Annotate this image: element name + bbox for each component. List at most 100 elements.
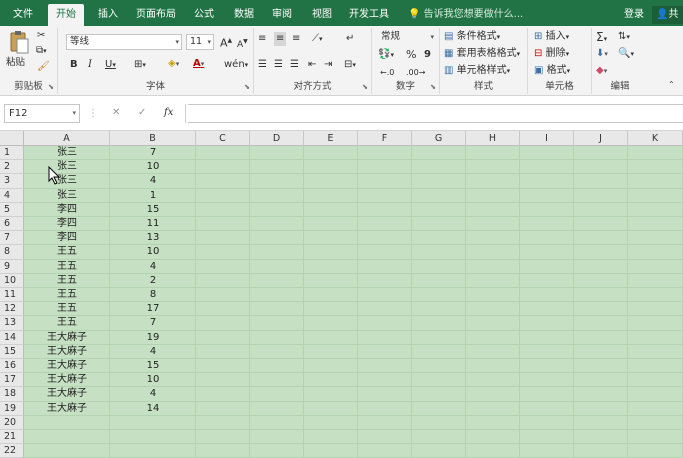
tab-page-layout[interactable]: 页面布局	[132, 4, 180, 26]
tell-me-box[interactable]: 💡 告诉我您想要做什么...	[408, 4, 523, 26]
align-top-icon[interactable]: ≡	[258, 32, 266, 46]
cell-name[interactable]: 张三	[24, 146, 110, 160]
cell-value[interactable]: 10	[110, 373, 196, 387]
row-header[interactable]: 20	[0, 415, 24, 430]
row-header[interactable]: 7	[0, 231, 24, 246]
column-header-j[interactable]: J	[574, 131, 628, 146]
row-header[interactable]: 5	[0, 202, 24, 217]
formula-input[interactable]	[188, 104, 683, 123]
cell-value[interactable]: 1	[110, 189, 196, 203]
borders-icon[interactable]: ⊞▾	[134, 58, 146, 72]
worksheet-grid[interactable]: A B C D E F G H I J K 1 2 3 4 5 6 7 8 9 10 11 12 13 14 15 16 17 18 19…	[0, 131, 683, 458]
dialog-launcher-icon[interactable]: ⬊	[244, 83, 250, 91]
copy-icon[interactable]: ⧉▾	[36, 44, 47, 58]
tab-review[interactable]: 审阅	[264, 4, 300, 26]
cell-name[interactable]: 王大麻子	[24, 402, 110, 416]
name-box[interactable]: F12 ▾	[4, 104, 80, 123]
cell-name[interactable]: 王五	[24, 288, 110, 302]
cell-value[interactable]: 19	[110, 331, 196, 345]
row-header[interactable]: 1	[0, 146, 24, 161]
row-header[interactable]: 15	[0, 344, 24, 359]
cell-value[interactable]: 4	[110, 260, 196, 274]
cell-value[interactable]: 7	[110, 146, 196, 160]
row-header[interactable]: 18	[0, 387, 24, 402]
select-all-corner[interactable]	[0, 131, 24, 146]
comma-icon[interactable]: 9	[424, 48, 431, 62]
cell-name[interactable]: 张三	[24, 160, 110, 174]
sort-filter-icon[interactable]: ⇅▾	[618, 30, 630, 44]
cell-name[interactable]: 李四	[24, 217, 110, 231]
cell-name[interactable]: 王大麻子	[24, 387, 110, 401]
cell-name[interactable]: 张三	[24, 189, 110, 203]
row-header[interactable]: 3	[0, 174, 24, 189]
collapse-ribbon-icon[interactable]: ⌃	[668, 78, 675, 92]
dialog-launcher-icon[interactable]: ⬊	[430, 83, 436, 91]
decrease-indent-icon[interactable]: ⇤	[308, 58, 316, 72]
align-bottom-icon[interactable]: ≡	[292, 32, 300, 46]
row-header[interactable]: 17	[0, 373, 24, 388]
cell-value[interactable]: 4	[110, 387, 196, 401]
fill-color-icon[interactable]: ◈▾	[168, 57, 179, 71]
autosum-icon[interactable]: Σ▾	[596, 30, 607, 46]
column-header-d[interactable]: D	[250, 131, 304, 146]
row-header[interactable]: 16	[0, 359, 24, 374]
align-middle-icon[interactable]: ≡	[274, 32, 287, 46]
phonetic-icon[interactable]: wén▾	[224, 58, 248, 72]
tab-formulas[interactable]: 公式	[186, 4, 222, 26]
tab-home[interactable]: 开始	[48, 4, 84, 26]
cancel-icon[interactable]: ✕	[112, 106, 120, 120]
font-color-icon[interactable]: A▾	[193, 57, 204, 71]
row-header[interactable]: 4	[0, 188, 24, 203]
currency-icon[interactable]: 💱▾	[378, 48, 394, 62]
increase-font-icon[interactable]: A▲	[220, 34, 232, 51]
cell-name[interactable]: 王五	[24, 302, 110, 316]
percent-icon[interactable]: %	[406, 48, 416, 62]
decrease-font-icon[interactable]: A▼	[237, 35, 248, 52]
column-header-h[interactable]: H	[466, 131, 520, 146]
cell-name[interactable]: 王五	[24, 245, 110, 259]
cell-value[interactable]: 10	[110, 160, 196, 174]
cell-value[interactable]: 17	[110, 302, 196, 316]
insert-cells-button[interactable]: ⊞ 插入▾	[534, 30, 569, 44]
number-format-box[interactable]: 常规 ▾	[378, 30, 436, 46]
column-header-c[interactable]: C	[196, 131, 250, 146]
cell-value[interactable]: 13	[110, 231, 196, 245]
cell-name[interactable]: 李四	[24, 231, 110, 245]
align-center-icon[interactable]: ☰	[274, 58, 283, 72]
column-header-e[interactable]: E	[304, 131, 358, 146]
conditional-formatting-button[interactable]: ▤ 条件格式▾	[444, 30, 500, 44]
cell-value[interactable]: 8	[110, 288, 196, 302]
enter-icon[interactable]: ✓	[138, 106, 146, 120]
cell-name[interactable]: 王五	[24, 260, 110, 274]
orientation-icon[interactable]: ⟋▾	[312, 32, 323, 46]
format-cells-button[interactable]: ▣ 格式▾	[534, 64, 570, 78]
row-header[interactable]: 8	[0, 245, 24, 260]
row-header[interactable]: 6	[0, 217, 24, 232]
cell-value[interactable]: 4	[110, 345, 196, 359]
dialog-launcher-icon[interactable]: ⬊	[48, 83, 54, 91]
cell-value[interactable]: 11	[110, 217, 196, 231]
insert-function-icon[interactable]: fx	[164, 106, 173, 120]
font-name-box[interactable]: 等线 ▾	[66, 34, 182, 50]
cell-styles-button[interactable]: ▥ 单元格样式▾	[444, 64, 510, 78]
cell-name[interactable]: 王五	[24, 316, 110, 330]
align-left-icon[interactable]: ☰	[258, 58, 267, 72]
increase-indent-icon[interactable]: ⇥	[324, 58, 332, 72]
dialog-launcher-icon[interactable]: ⬊	[362, 83, 368, 91]
italic-button[interactable]: I	[88, 58, 92, 72]
format-painter-icon[interactable]: 🖌	[37, 60, 50, 74]
cell-name[interactable]: 王大麻子	[24, 359, 110, 373]
font-size-box[interactable]: 11 ▾	[186, 34, 214, 50]
column-header-k[interactable]: K	[628, 131, 683, 146]
row-header[interactable]: 21	[0, 430, 24, 445]
column-header-g[interactable]: G	[412, 131, 466, 146]
tab-view[interactable]: 视图	[304, 4, 340, 26]
tab-developer[interactable]: 开发工具	[344, 4, 394, 26]
paste-button[interactable]: 粘贴	[6, 30, 32, 70]
wrap-text-icon[interactable]: ↵	[346, 32, 354, 46]
cell-value[interactable]: 4	[110, 174, 196, 188]
find-select-icon[interactable]: 🔍▾	[618, 47, 634, 61]
cell-value[interactable]: 7	[110, 316, 196, 330]
underline-button[interactable]: U▾	[105, 58, 116, 72]
share-button[interactable]: 👤共	[652, 6, 683, 24]
